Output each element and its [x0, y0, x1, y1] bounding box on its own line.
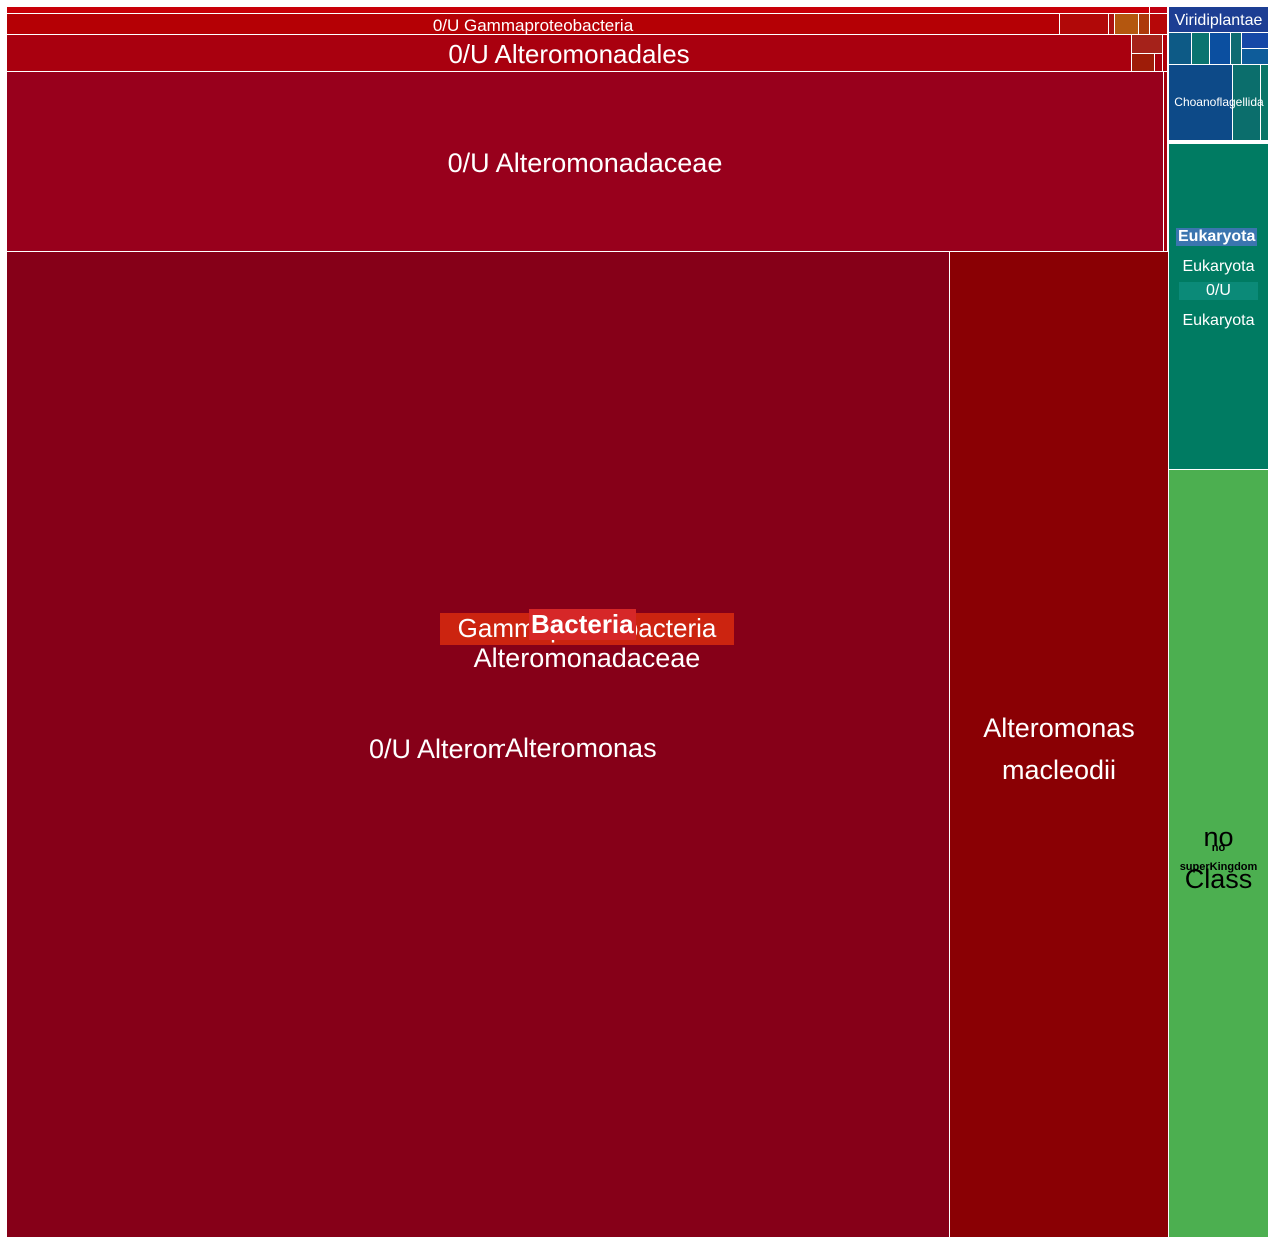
label-alteromonadaceae: Alteromonadaceae	[473, 643, 701, 673]
label-alteromonas-macleodii-line1: Alteromonas	[983, 713, 1135, 743]
label-eukaryota-line3: Eukaryota	[1182, 312, 1255, 329]
label-alteromonas-macleodii-line2: macleodii	[1001, 755, 1117, 785]
tile-alteromonas-macleodii: Alteromonas macleodii	[949, 251, 1169, 1238]
tile-no-superkingdom: no Class no superKingdom	[1168, 469, 1269, 1238]
tile-gamma-small-5	[1149, 13, 1168, 35]
tile-alteromonadaceae-unassigned: 0/U Alteromonadaceae	[6, 71, 1164, 252]
tile-euk-small-1	[1168, 32, 1192, 65]
tile-viridiplantae: Viridiplantae	[1168, 6, 1269, 33]
tile-euk-small-6	[1241, 48, 1269, 65]
tile-euk-small-5	[1241, 32, 1269, 49]
label-no-superkingdom-line2: superKingdom	[1179, 861, 1258, 873]
label-eukaryota-line2: 0/U	[1179, 282, 1258, 301]
tile-alteromonadales-small-2	[1131, 53, 1155, 72]
label-eukaryota-line1: Eukaryota	[1182, 258, 1255, 275]
label-alteromonas: Alteromonas	[505, 733, 657, 765]
tile-euk-small-3	[1209, 32, 1231, 65]
tile-alteromonadales-unassigned: 0/U Alteromonadales	[6, 34, 1132, 72]
label-eukaryota: Eukaryota	[1176, 228, 1258, 246]
treemap-chart: 0/U Gammaproteobacteria 0/U Alteromonada…	[0, 0, 1269, 1238]
tile-euk-small-2	[1191, 32, 1210, 65]
tile-gamma-unassigned: 0/U Gammaproteobacteria	[6, 13, 1060, 35]
tile-gamma-small-1	[1059, 13, 1109, 35]
tile-eukaryota-unassigned: Eukaryota Eukaryota 0/U Eukaryota	[1168, 143, 1269, 470]
label-bacteria: Bacteria	[529, 609, 636, 640]
label-gamma-unassigned: 0/U Gammaproteobacteria	[432, 16, 634, 35]
label-viridiplantae: Viridiplantae	[1174, 12, 1263, 29]
label-alteromonadaceae-unassigned: 0/U Alteromonadaceae	[447, 148, 723, 178]
label-choanoflagellida: Choanoflagellida	[1174, 95, 1264, 109]
tile-gamma-small-3	[1114, 13, 1139, 35]
label-no-superkingdom-line1: no	[1211, 842, 1226, 854]
label-alteromonadales-unassigned: 0/U Alteromonadales	[448, 39, 690, 69]
tile-alteromonadales-small-1	[1131, 34, 1163, 54]
tile-alteromonas-unassigned: 0/U Alteromonas	[6, 251, 950, 1238]
